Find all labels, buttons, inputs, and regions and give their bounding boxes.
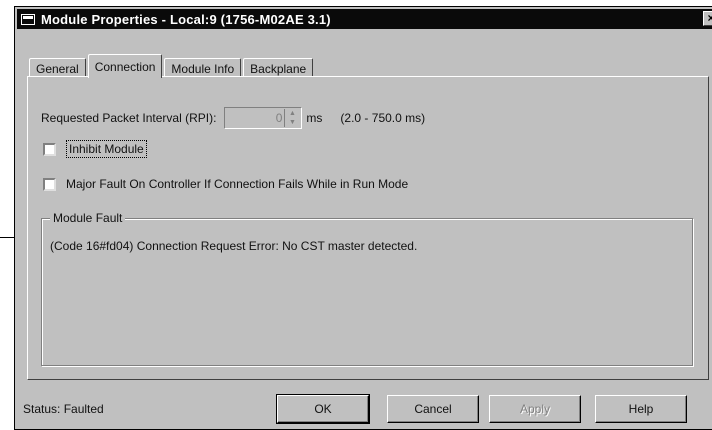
tab-module-info[interactable]: Module Info xyxy=(164,58,242,77)
module-properties-dialog: Module Properties - Local:9 (1756-M02AE … xyxy=(14,6,712,430)
spin-down-icon[interactable]: ▼ xyxy=(285,118,299,127)
inhibit-module-label: Inhibit Module xyxy=(66,140,147,158)
module-fault-group: Module Fault (Code 16#fd04) Connection R… xyxy=(41,211,693,366)
cancel-button[interactable]: Cancel xyxy=(387,395,479,423)
module-fault-legend: Module Fault xyxy=(50,211,126,225)
close-icon[interactable]: × xyxy=(703,11,712,26)
rpi-value: 0 xyxy=(275,111,283,125)
major-fault-checkbox[interactable] xyxy=(43,177,56,191)
tab-general[interactable]: General xyxy=(29,58,86,77)
ok-button[interactable]: OK xyxy=(276,394,370,424)
rpi-input[interactable]: 0 ▲ ▼ xyxy=(224,107,303,129)
window-title: Module Properties - Local:9 (1756-M02AE … xyxy=(41,11,331,27)
tab-strip: General Connection Module Info Backplane xyxy=(29,50,315,78)
status-value: Faulted xyxy=(63,402,104,416)
window-icon xyxy=(21,13,35,25)
rpi-spinner[interactable]: ▲ ▼ xyxy=(284,109,299,127)
rpi-unit: ms xyxy=(306,111,323,125)
major-fault-label: Major Fault On Controller If Connection … xyxy=(66,177,409,191)
inhibit-module-checkbox[interactable] xyxy=(43,142,56,156)
status-bar: Status: Faulted xyxy=(23,402,104,416)
title-bar[interactable]: Module Properties - Local:9 (1756-M02AE … xyxy=(17,9,712,29)
apply-button[interactable]: Apply xyxy=(489,395,581,423)
module-fault-text: (Code 16#fd04) Connection Request Error:… xyxy=(50,239,418,253)
tab-backplane[interactable]: Backplane xyxy=(243,58,314,77)
tab-connection[interactable]: Connection xyxy=(87,54,163,78)
major-fault-row[interactable]: Major Fault On Controller If Connection … xyxy=(43,177,408,191)
rpi-range: (2.0 - 750.0 ms) xyxy=(340,111,426,125)
rpi-label: Requested Packet Interval (RPI): xyxy=(41,111,217,125)
rpi-row: Requested Packet Interval (RPI): 0 ▲ ▼ m… xyxy=(41,107,425,129)
help-button[interactable]: Help xyxy=(595,395,687,423)
spin-up-icon[interactable]: ▲ xyxy=(285,109,299,118)
status-label: Status: xyxy=(23,402,61,416)
inhibit-module-row[interactable]: Inhibit Module xyxy=(43,140,147,158)
